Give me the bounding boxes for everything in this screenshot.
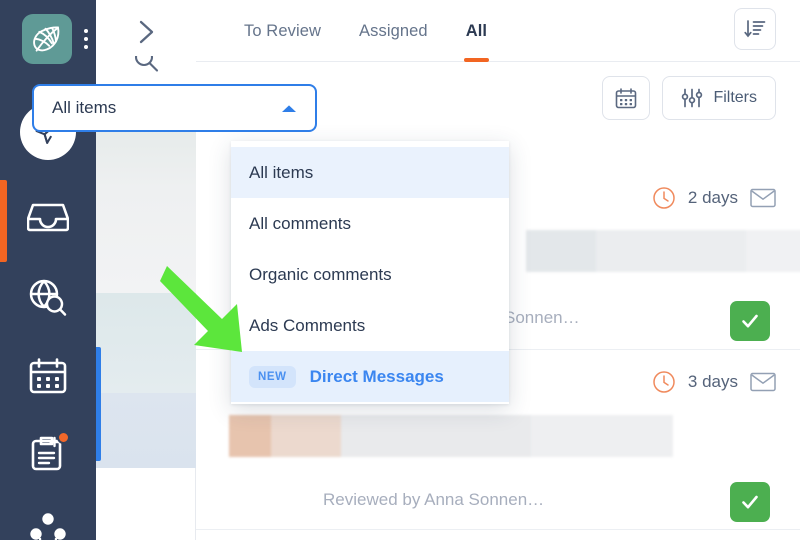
- kebab-dot: [84, 37, 88, 41]
- list-item[interactable]: [96, 188, 196, 293]
- new-badge: NEW: [249, 366, 296, 388]
- reviewed-by-label: Reviewed by Anna Sonnen…: [323, 490, 544, 510]
- sidebar-item-monitoring[interactable]: [22, 272, 74, 324]
- sidebar-item-team[interactable]: [22, 504, 74, 540]
- envelope-icon: [750, 372, 776, 392]
- sort-button[interactable]: [734, 8, 776, 50]
- nav-active-accent-bar: [0, 180, 7, 262]
- date-range-button[interactable]: [602, 76, 650, 120]
- due-label: 2 days: [688, 188, 738, 208]
- card-meta: 2 days: [652, 186, 776, 210]
- menu-item-all-items[interactable]: All items: [231, 147, 509, 198]
- card-meta: 3 days: [652, 370, 776, 394]
- calendar-icon: [615, 88, 637, 109]
- redacted-content-bar: [229, 415, 673, 457]
- globe-search-icon: [28, 279, 68, 317]
- inbox-tray-icon: [27, 199, 69, 233]
- approve-button[interactable]: [730, 482, 770, 522]
- clock-icon: [652, 186, 676, 210]
- check-icon: [739, 310, 761, 332]
- tab-assigned[interactable]: Assigned: [359, 16, 428, 62]
- clock-icon: [652, 370, 676, 394]
- tab-bar: To Review Assigned All: [196, 0, 800, 62]
- toolbar-actions: Filters: [602, 76, 776, 120]
- leaf-globe-icon: [30, 22, 64, 56]
- expand-panel-button[interactable]: [118, 8, 174, 56]
- filters-label: Filters: [713, 89, 757, 107]
- menu-item-label: All comments: [249, 214, 351, 234]
- calendar-icon: [29, 358, 67, 394]
- app-root: To Review Assigned All: [0, 0, 800, 540]
- item-type-dropdown-menu: All items All comments Organic comments …: [231, 141, 509, 404]
- sidebar-item-reports[interactable]: [22, 428, 74, 480]
- menu-item-all-comments[interactable]: All comments: [231, 198, 509, 249]
- list-item[interactable]: [96, 293, 196, 393]
- menu-item-organic-comments[interactable]: Organic comments: [231, 249, 509, 300]
- menu-item-label: Direct Messages: [310, 367, 444, 387]
- envelope-icon: [750, 188, 776, 208]
- kebab-dot: [84, 29, 88, 33]
- reviewed-by-label: Sonnen…: [504, 308, 580, 328]
- nav-rail: [0, 0, 96, 540]
- item-type-select[interactable]: All items: [32, 84, 317, 132]
- kebab-dot: [84, 45, 88, 49]
- menu-item-label: Ads Comments: [249, 316, 365, 336]
- list-skeleton-items: [96, 128, 196, 468]
- redacted-content-bar: [526, 230, 800, 272]
- check-icon: [739, 491, 761, 513]
- tab-list: To Review Assigned All: [196, 0, 487, 62]
- sliders-icon: [681, 88, 703, 108]
- chevron-right-icon: [135, 19, 157, 45]
- list-panel: [96, 0, 196, 540]
- sidebar-item-inbox[interactable]: [22, 190, 74, 242]
- team-icon: [28, 512, 68, 540]
- logo-row: [22, 14, 90, 64]
- list-item[interactable]: [96, 393, 196, 468]
- tab-all[interactable]: All: [466, 16, 487, 62]
- app-logo[interactable]: [22, 14, 72, 64]
- menu-item-label: Organic comments: [249, 265, 392, 285]
- filters-button[interactable]: Filters: [662, 76, 776, 120]
- sidebar-item-calendar[interactable]: [22, 350, 74, 402]
- menu-item-label: All items: [249, 163, 313, 183]
- select-value: All items: [52, 98, 116, 118]
- reports-notification-badge: [57, 431, 70, 444]
- caret-up-icon: [279, 102, 299, 115]
- tab-to-review[interactable]: To Review: [244, 16, 321, 62]
- more-options-button[interactable]: [82, 27, 90, 51]
- approve-button[interactable]: [730, 301, 770, 341]
- sort-descending-icon: [744, 18, 766, 40]
- list-selection-indicator: [96, 347, 101, 461]
- list-item[interactable]: [96, 128, 196, 188]
- due-label: 3 days: [688, 372, 738, 392]
- menu-item-direct-messages[interactable]: NEW Direct Messages: [231, 351, 509, 402]
- menu-item-ads-comments[interactable]: Ads Comments: [231, 300, 509, 351]
